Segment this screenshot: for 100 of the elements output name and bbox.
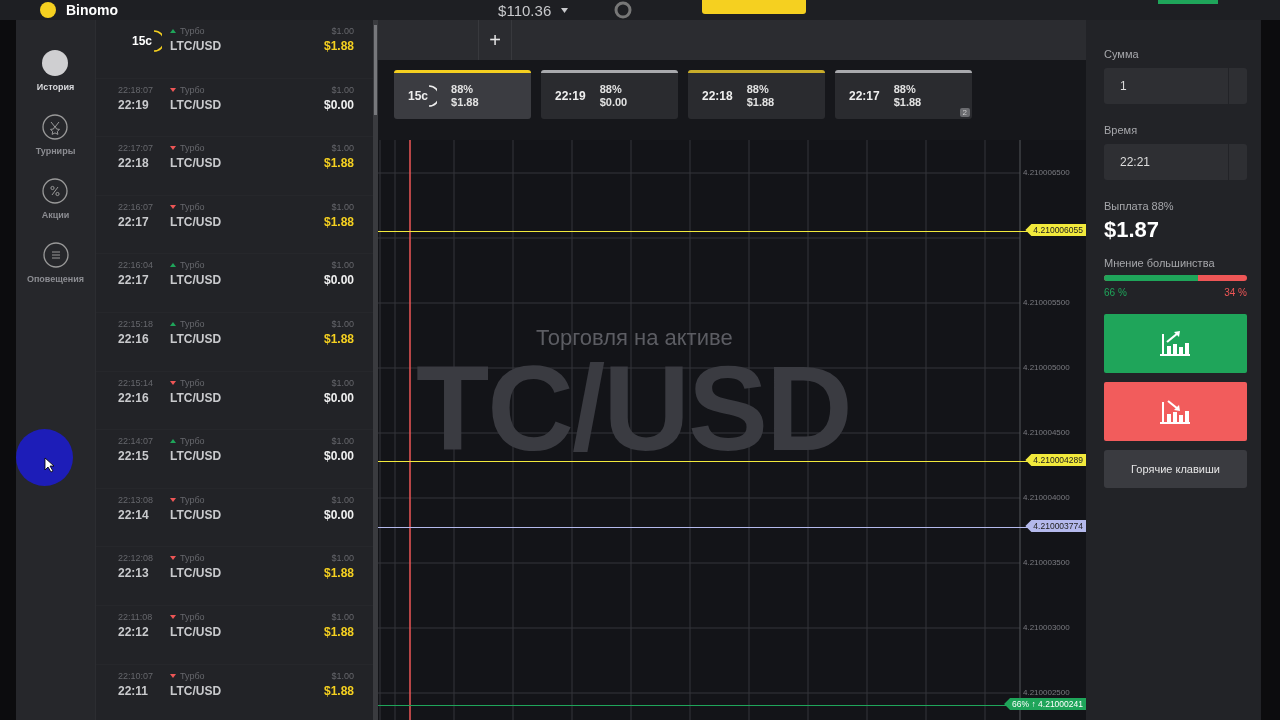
close-time: 22:15 bbox=[118, 449, 150, 464]
trade-amount: $1.88 bbox=[451, 96, 479, 109]
asset-pair: LTC/USD bbox=[170, 449, 223, 464]
nav-item[interactable]: История bbox=[36, 50, 75, 92]
nav-label: Акции bbox=[41, 210, 70, 220]
down-button[interactable] bbox=[1104, 382, 1247, 441]
trade-card[interactable]: 22:17 88% $1.88 2 bbox=[835, 70, 972, 119]
payout-amount: $0.00 bbox=[323, 273, 354, 288]
nav-label: Турниры bbox=[35, 146, 76, 156]
trade-type: Турбо bbox=[180, 494, 205, 505]
price-tag: 4.210003774 bbox=[1025, 520, 1086, 532]
open-time: 22:17:07 bbox=[118, 143, 155, 154]
up-share: 66 % bbox=[1104, 287, 1127, 298]
axis-label: 4.210002500 bbox=[1023, 688, 1070, 698]
payout-percent: 88% bbox=[599, 83, 623, 96]
close-time: 22:19 bbox=[118, 97, 150, 112]
trade-type: Турбо bbox=[180, 611, 205, 622]
medal-icon bbox=[42, 114, 69, 140]
expiry-time: 22:17 bbox=[849, 89, 880, 103]
logo-icon bbox=[40, 2, 56, 18]
avatar-icon bbox=[42, 50, 69, 76]
price-tag: 4.210006055 bbox=[1025, 224, 1086, 236]
axis-label: 4.210003500 bbox=[1023, 558, 1070, 568]
asset-pair: LTC/USD bbox=[170, 624, 223, 639]
asset-pair: LTC/USD bbox=[170, 273, 223, 288]
close-time: 22:12 bbox=[118, 624, 150, 639]
trade-amount: $0.00 bbox=[599, 96, 628, 109]
payout-amount: $1.88 bbox=[323, 683, 354, 698]
countdown: 15с bbox=[132, 34, 153, 48]
trade-card[interactable]: 22:18 88% $1.88 bbox=[688, 70, 825, 119]
trade-type: Турбо bbox=[180, 201, 205, 212]
trade-type: Турбо bbox=[180, 553, 205, 564]
open-time: 22:18:07 bbox=[118, 84, 155, 95]
close-time: 22:16 bbox=[118, 331, 150, 346]
open-time: 22:15:18 bbox=[118, 318, 155, 329]
payout-amount: $1.88 bbox=[323, 566, 354, 581]
trade-type: Турбо bbox=[180, 26, 205, 36]
stake-amount: $1.00 bbox=[331, 553, 354, 564]
stake-amount: $1.00 bbox=[331, 143, 354, 154]
payout-percent: 88% bbox=[746, 83, 770, 96]
stake-amount: $1.00 bbox=[331, 611, 354, 622]
countdown: 15с bbox=[408, 89, 429, 103]
asset-pair: LTC/USD bbox=[170, 331, 223, 346]
payout-amount: $0.00 bbox=[323, 449, 354, 464]
axis-label: 4.210005000 bbox=[1023, 363, 1070, 373]
caret-icon bbox=[561, 7, 569, 13]
hotkeys-button[interactable]: Горячие клавиши bbox=[1104, 450, 1247, 488]
expiry-time: 22:18 bbox=[702, 89, 733, 103]
time-field[interactable]: 22:21 bbox=[1104, 144, 1247, 180]
close-time: 22:17 bbox=[118, 273, 150, 288]
circle-icon[interactable] bbox=[614, 1, 633, 19]
open-time: 22:12:08 bbox=[118, 553, 155, 564]
open-time: 22:16:07 bbox=[118, 201, 155, 212]
asset-pair: LTC/USD bbox=[170, 390, 223, 405]
stake-amount: $1.00 bbox=[331, 84, 354, 95]
sentiment-label: Мнение большинства bbox=[1104, 257, 1216, 269]
expiry-time: 22:19 bbox=[555, 89, 586, 103]
open-time: 22:10:07 bbox=[118, 670, 155, 681]
asset-pair: LTC/USD bbox=[170, 507, 223, 522]
trade-amount: $1.88 bbox=[893, 96, 922, 109]
close-time: 22:16 bbox=[118, 390, 150, 405]
amount-field[interactable]: 1 bbox=[1104, 68, 1247, 104]
stake-amount: $1.00 bbox=[331, 201, 354, 212]
asset-pair: LTC/USD bbox=[170, 97, 223, 112]
price-tag: 66% ↑ 4.21000241 bbox=[1004, 698, 1086, 710]
trade-type: Турбо bbox=[180, 260, 205, 271]
trade-type: Турбо bbox=[180, 436, 205, 447]
close-time: 22:14 bbox=[118, 507, 150, 522]
rising-chart-icon bbox=[1159, 329, 1192, 358]
trade-card[interactable]: 15с 88% $1.88 bbox=[394, 70, 531, 119]
payout-value: $1.87 bbox=[1104, 217, 1161, 243]
asset-pair: LTC/USD bbox=[170, 156, 223, 171]
nav-label: Оповещения bbox=[26, 274, 85, 284]
count-badge: 2 bbox=[959, 108, 970, 117]
nav-item[interactable]: Акции bbox=[41, 178, 70, 220]
nav-item[interactable]: Турниры bbox=[35, 114, 76, 156]
open-time: 22:16:04 bbox=[118, 260, 155, 271]
trade-card[interactable]: 22:19 88% $0.00 bbox=[541, 70, 678, 119]
axis-label: 4.210004000 bbox=[1023, 493, 1070, 503]
balance[interactable]: $110.36 bbox=[498, 1, 552, 19]
payout-percent: 88% bbox=[451, 83, 475, 96]
stake-amount: $1.00 bbox=[331, 377, 354, 388]
payout-amount: $0.00 bbox=[323, 97, 354, 112]
stake-amount: $1.00 bbox=[331, 260, 354, 271]
stake-amount: $1.00 bbox=[331, 26, 354, 36]
trade-type: Турбо bbox=[180, 377, 205, 388]
asset-pair: LTC/USD bbox=[170, 214, 223, 229]
up-button[interactable] bbox=[1104, 314, 1247, 373]
open-time: 22:13:08 bbox=[118, 494, 155, 505]
trade-type: Турбо bbox=[180, 318, 205, 329]
asset-pair: LTC/USD bbox=[170, 683, 223, 698]
asset-pair: LTC/USD bbox=[170, 566, 223, 581]
amount-label: Сумма bbox=[1104, 48, 1140, 60]
nav-item[interactable]: Оповещения bbox=[26, 242, 85, 284]
list-icon bbox=[42, 242, 69, 268]
payout-amount: $1.88 bbox=[323, 331, 354, 346]
payout-amount: $1.88 bbox=[323, 214, 354, 229]
asset-pair: LTC/USD bbox=[170, 39, 223, 53]
scrollbar-thumb[interactable] bbox=[374, 25, 377, 115]
close-time: 22:18 bbox=[118, 156, 150, 171]
